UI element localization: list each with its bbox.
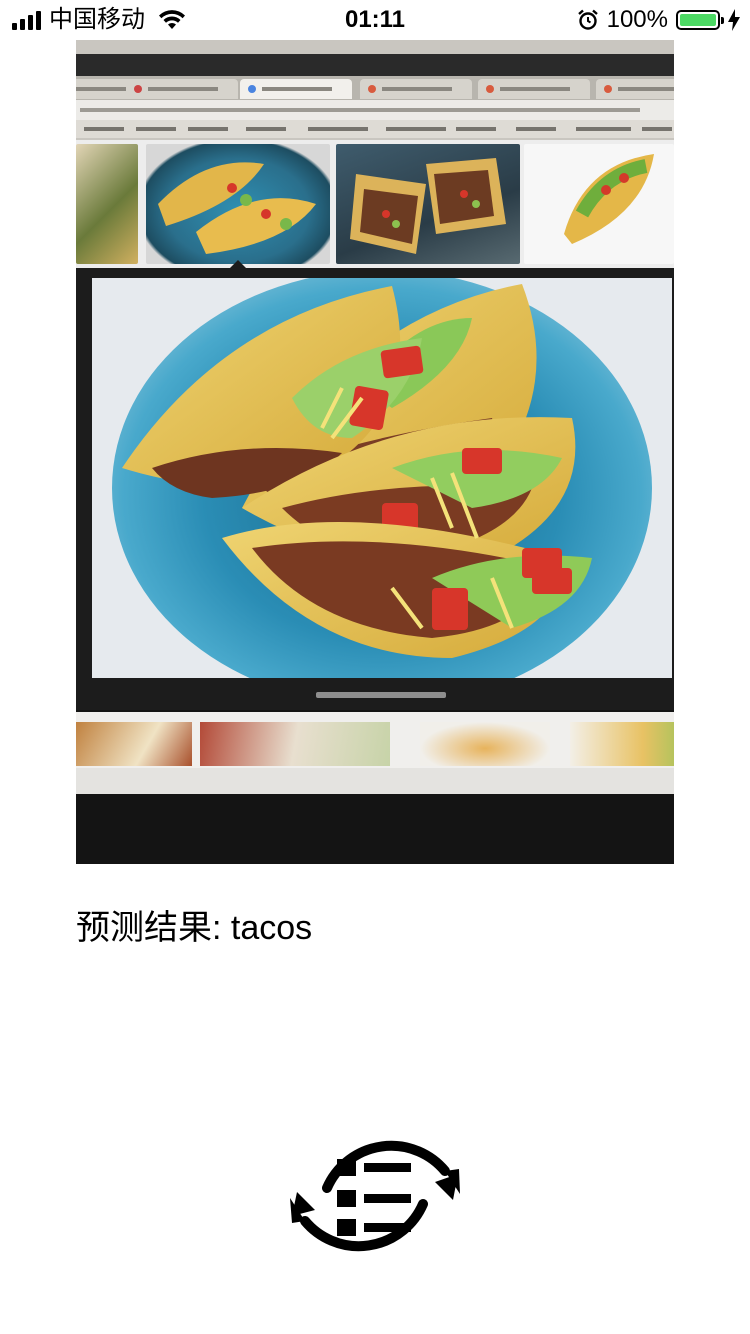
battery-percent: 100% [606,6,668,33]
browser-tab-bar [76,76,674,100]
image-thumbnail-row [76,140,674,268]
download-bar [76,768,674,794]
image-caption [316,692,446,698]
alarm-icon [577,9,598,30]
refresh-button[interactable] [283,1104,467,1288]
battery-icon [676,10,724,30]
refresh-list-icon [290,1140,460,1252]
prediction-value: tacos [230,909,313,947]
status-bar: 中国移动 01:11 100% [0,0,750,40]
browser-chrome [76,40,674,140]
battery-fill [680,14,716,26]
browser-bookmarks-bar [76,120,674,138]
prediction-label: 预测结果: [76,909,222,947]
tacos-image [92,278,672,678]
captured-photo [76,40,674,864]
browser-menu-bar [76,54,674,76]
related-images-strip [76,712,674,770]
charging-icon [728,9,740,31]
image-preview-panel [76,260,674,710]
prediction-result: 预测结果: tacos [76,906,312,950]
status-right: 100% [577,6,740,34]
browser-url-bar [76,100,674,120]
